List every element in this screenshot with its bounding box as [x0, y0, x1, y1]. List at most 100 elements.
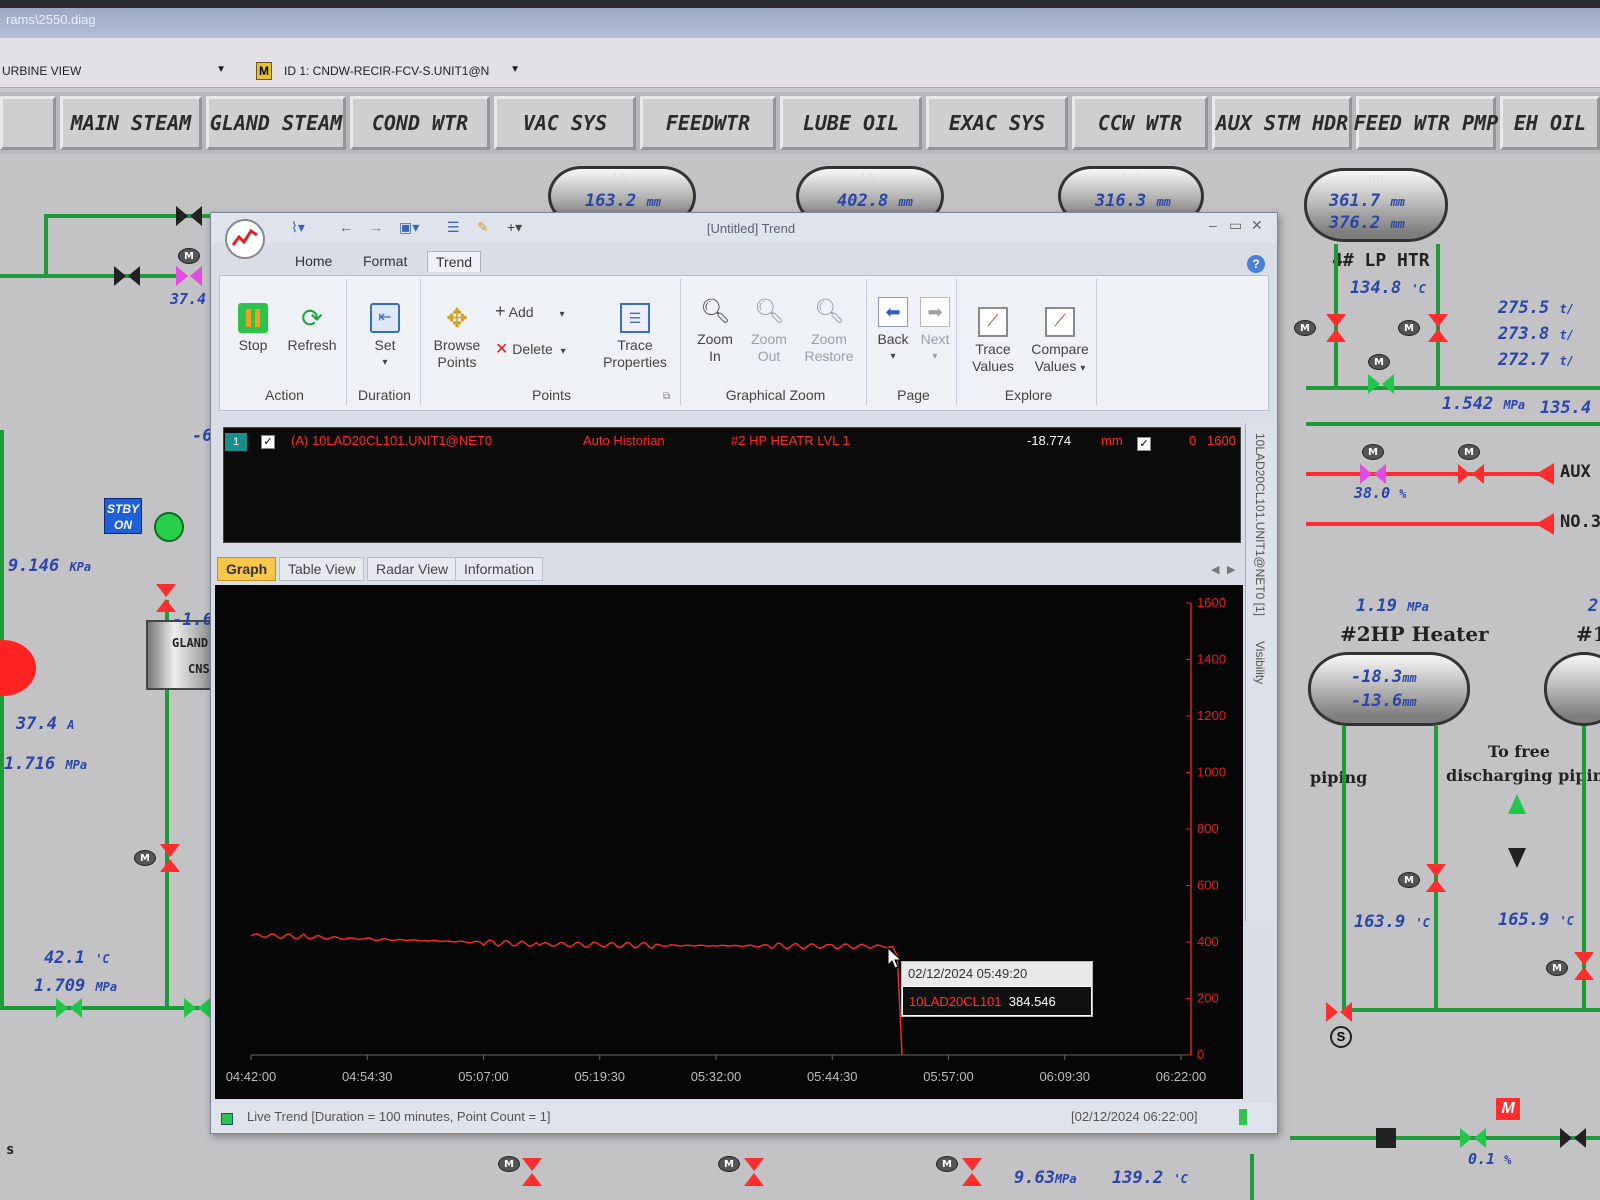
- gate-valve-icon[interactable]: [1460, 1126, 1486, 1150]
- lp-heater-tank[interactable]: HH 361.7 mm 376.2 mm: [1304, 168, 1448, 242]
- stby-label: STBY: [106, 502, 139, 516]
- y-tick-label: 1600: [1197, 595, 1226, 610]
- dcs-tab-feedwtr[interactable]: FEEDWTR: [640, 96, 776, 150]
- next-button[interactable]: ➡ Next ▾: [915, 297, 955, 365]
- scroll-right-icon[interactable]: ▶: [1227, 563, 1235, 576]
- control-valve-icon[interactable]: [520, 1158, 544, 1186]
- gate-valve-icon[interactable]: [1458, 462, 1484, 486]
- series-line: [250, 933, 903, 1056]
- control-valve-icon[interactable]: [1572, 952, 1596, 980]
- point-autoscale-checkbox[interactable]: ✓: [1137, 437, 1151, 451]
- trend-chart[interactable]: 04:42:00 04:54:30 05:07:00 05:19:30 05:32:00…: [215, 585, 1243, 1099]
- tab-table-view[interactable]: Table View: [279, 557, 365, 581]
- dcs-tab-exac-sys[interactable]: EXAC SYS: [926, 96, 1068, 150]
- current-value: 37.4: [16, 714, 57, 734]
- hp-heater-2-tank[interactable]: -18.3mm -13.6mm: [1308, 652, 1470, 726]
- tab-graph[interactable]: Graph: [217, 557, 277, 581]
- m-badge-icon[interactable]: M: [256, 62, 272, 80]
- stop-button[interactable]: Stop: [225, 303, 281, 354]
- zoom-out-button[interactable]: 🔍︎ Zoom Out: [741, 297, 797, 365]
- add-icon[interactable]: +▾: [507, 219, 522, 236]
- hp-heater-2-title: #2HP Heater: [1340, 622, 1489, 646]
- tab-format[interactable]: Format: [355, 251, 415, 271]
- gate-valve-icon[interactable]: [176, 204, 202, 228]
- dcs-tab-feed-wtr-pmp[interactable]: FEED WTR PMP: [1354, 96, 1498, 150]
- maximize-icon[interactable]: ▭: [1229, 217, 1242, 234]
- control-valve-icon[interactable]: [960, 1158, 984, 1186]
- close-icon[interactable]: ✕: [1251, 217, 1263, 234]
- tank-level-value: 361.7: [1329, 191, 1381, 211]
- dcs-tab-partial[interactable]: [0, 96, 56, 150]
- app-logo-icon[interactable]: [225, 219, 265, 259]
- zoom-restore-button[interactable]: 🔍︎ Zoom Restore: [797, 297, 861, 365]
- gate-valve-icon[interactable]: [1368, 372, 1394, 396]
- dcs-tab-gland-steam[interactable]: GLAND STEAM: [206, 96, 346, 150]
- flow-arrow-icon: [1508, 794, 1526, 814]
- gate-valve-icon[interactable]: [1560, 1126, 1586, 1150]
- control-valve-icon[interactable]: [176, 264, 202, 288]
- back-button[interactable]: ⬅ Back ▾: [873, 297, 913, 365]
- list-icon[interactable]: ☰: [447, 219, 460, 236]
- control-valve-icon[interactable]: [1426, 314, 1450, 342]
- gate-valve-icon[interactable]: [184, 996, 210, 1020]
- dialog-launcher-icon[interactable]: ⧉: [663, 391, 670, 402]
- trace-properties-button[interactable]: ☰ Trace Properties: [595, 303, 675, 371]
- delete-point-button[interactable]: ✕ Delete ▾: [495, 341, 591, 360]
- tab-home[interactable]: Home: [287, 251, 340, 271]
- zoom-in-button[interactable]: 🔍︎ Zoom In: [687, 297, 743, 365]
- undo-arrow-icon[interactable]: ←: [339, 219, 353, 235]
- gate-valve-icon[interactable]: [114, 264, 140, 288]
- trend-type-icon[interactable]: ⌇▾: [291, 219, 305, 236]
- dcs-tab-cond-wtr[interactable]: COND WTR: [350, 96, 490, 150]
- id-select[interactable]: ID 1: CNDW-RECIR-FCV-S.UNIT1@N ▼: [284, 62, 524, 82]
- dcs-tab-ccw-wtr[interactable]: CCW WTR: [1072, 96, 1208, 150]
- control-valve-icon[interactable]: [1360, 462, 1386, 486]
- trend-graph[interactable]: 04:42:00 04:54:30 05:07:00 05:19:30 05:32:00…: [215, 585, 1243, 1099]
- control-valve-icon[interactable]: [742, 1158, 766, 1186]
- help-icon[interactable]: ?: [1247, 255, 1265, 273]
- standby-status-badge[interactable]: STBY ON: [104, 498, 142, 534]
- pressure-value: 1.19: [1356, 596, 1397, 616]
- manual-mode-badge[interactable]: M: [1496, 1098, 1520, 1120]
- dcs-tab-aux-stm-hdr[interactable]: AUX STM HDR: [1212, 96, 1352, 150]
- tab-trend[interactable]: Trend: [427, 251, 482, 272]
- browse-icon[interactable]: ✎: [477, 219, 489, 236]
- minimize-icon[interactable]: –: [1209, 217, 1217, 233]
- gate-valve-icon[interactable]: [56, 996, 82, 1020]
- view-select[interactable]: URBINE VIEW ▼: [0, 62, 232, 82]
- control-valve-icon[interactable]: [158, 844, 182, 872]
- tab-information[interactable]: Information: [455, 557, 544, 581]
- point-description: #2 HP HEATR LVL 1: [731, 433, 850, 448]
- trace-values-button[interactable]: ⟋ Trace Values: [963, 307, 1023, 375]
- values-label: Values: [972, 358, 1014, 374]
- refresh-button[interactable]: ⟳ Refresh: [281, 303, 343, 354]
- dcs-tab-main-steam[interactable]: MAIN STEAM: [60, 96, 202, 150]
- window-layout-icon[interactable]: ▣▾: [399, 219, 419, 236]
- unit-label: KPa: [69, 560, 92, 574]
- scroll-left-icon[interactable]: ◀: [1211, 563, 1219, 576]
- control-valve-icon[interactable]: [1324, 314, 1348, 342]
- compare-values-button[interactable]: ⟋ Compare Values ▾: [1025, 307, 1095, 377]
- add-point-button[interactable]: + Add ▾: [495, 302, 591, 323]
- dcs-tab-lube-oil[interactable]: LUBE OIL: [780, 96, 922, 150]
- point-unit: mm: [1101, 433, 1123, 448]
- control-valve-icon[interactable]: [1424, 864, 1448, 892]
- status-text: Live Trend [Duration = 100 minutes, Poin…: [247, 1109, 551, 1124]
- tab-radar-view[interactable]: Radar View: [367, 557, 458, 581]
- browse-points-button[interactable]: ✥ Browse Points: [425, 303, 489, 371]
- point-row[interactable]: (A) 10LAD20CL101.UNIT1@NET0 Auto Histori…: [223, 431, 1241, 453]
- check-valve-icon[interactable]: [154, 584, 178, 612]
- solenoid-icon[interactable]: S: [1330, 1026, 1352, 1048]
- dcs-tab-vac-sys[interactable]: VAC SYS: [494, 96, 636, 150]
- dcs-tab-eh-oil[interactable]: EH OIL: [1500, 96, 1600, 150]
- three-way-valve-icon[interactable]: [1326, 1000, 1352, 1024]
- set-duration-button[interactable]: ⇤ Set ▾: [357, 303, 413, 371]
- visibility-tab[interactable]: Visibility: [1253, 641, 1267, 684]
- pump-icon[interactable]: [154, 512, 184, 542]
- side-point-label[interactable]: 10LAD20CL101.UNIT1@NET0 [1]: [1253, 433, 1267, 616]
- redo-arrow-icon[interactable]: →: [369, 219, 383, 235]
- trend-window[interactable]: ⌇▾ ← → ▣▾ ☰ ✎ +▾ [Untitled] Trend – ▭ ✕ …: [210, 212, 1278, 1134]
- points-label: Points: [437, 354, 477, 370]
- id-select-value: ID 1: CNDW-RECIR-FCV-S.UNIT1@N: [284, 64, 490, 78]
- trace-properties-icon: ☰: [620, 303, 650, 333]
